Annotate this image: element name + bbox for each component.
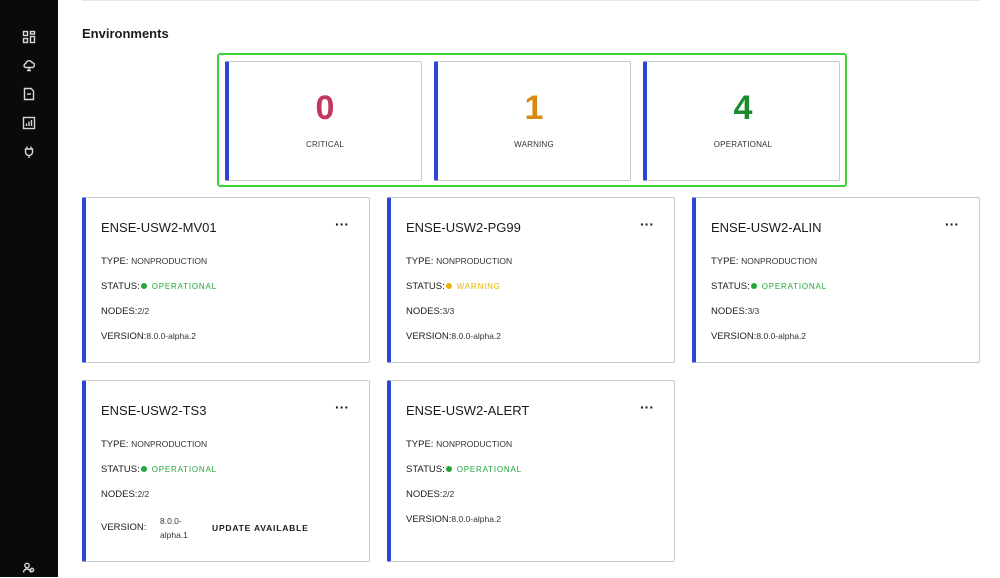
warning-summary-card[interactable]: 1 WARNING	[434, 61, 631, 181]
status-indicator-icon	[140, 465, 147, 472]
status-field: STATUS: OPERATIONAL	[101, 464, 217, 475]
critical-count: 0	[315, 89, 335, 127]
more-options-icon[interactable]: ···	[335, 399, 349, 415]
type-field: TYPE: NONPRODUCTION	[101, 256, 208, 267]
environment-name: ENSE-USW2-TS3	[101, 403, 207, 418]
nodes-field: NODES:2/2	[101, 306, 150, 317]
environment-card[interactable]: ENSE-USW2-ALERT ··· TYPE: NONPRODUCTION …	[387, 380, 675, 562]
warning-count: 1	[524, 89, 544, 127]
status-summary: 0 CRITICAL 1 WARNING 4 OPERATIONAL	[217, 53, 847, 187]
environment-card[interactable]: ENSE-USW2-PG99 ··· TYPE: NONPRODUCTION S…	[387, 197, 675, 363]
operational-count: 4	[733, 89, 753, 127]
environment-card[interactable]: ENSE-USW2-TS3 ··· TYPE: NONPRODUCTION ST…	[82, 380, 370, 562]
header-divider	[82, 0, 980, 1]
update-available-button[interactable]: UPDATE AVAILABLE	[212, 523, 309, 533]
status-field: STATUS: WARNING	[406, 281, 501, 292]
sidebar	[0, 0, 58, 577]
status-value: WARNING	[456, 281, 501, 291]
operational-summary-card[interactable]: 4 OPERATIONAL	[643, 61, 840, 181]
critical-summary-card[interactable]: 0 CRITICAL	[225, 61, 422, 181]
type-field: TYPE: NONPRODUCTION	[406, 439, 513, 450]
nodes-field: NODES:3/3	[406, 306, 455, 317]
status-value: OPERATIONAL	[456, 464, 522, 474]
users-icon[interactable]	[19, 558, 39, 578]
warning-label: WARNING	[514, 140, 554, 149]
status-field: STATUS: OPERATIONAL	[101, 281, 217, 292]
nodes-field: NODES:2/2	[101, 489, 150, 500]
version-field: VERSION:8.0.0-alpha.2	[711, 331, 807, 342]
version-field: VERSION:8.0.0-alpha.2	[406, 514, 502, 525]
environment-card[interactable]: ENSE-USW2-ALIN ··· TYPE: NONPRODUCTION S…	[692, 197, 980, 363]
more-options-icon[interactable]: ···	[335, 216, 349, 232]
environment-name: ENSE-USW2-PG99	[406, 220, 521, 235]
dashboard-icon[interactable]	[19, 27, 39, 47]
cloud-icon[interactable]	[19, 55, 39, 75]
type-field: TYPE: NONPRODUCTION	[101, 439, 208, 450]
version-field: VERSION:8.0.0-alpha.2	[406, 331, 502, 342]
document-icon[interactable]	[19, 84, 39, 104]
version-field: VERSION:8.0.0-alpha.2	[101, 331, 197, 342]
environment-name: ENSE-USW2-ALIN	[711, 220, 822, 235]
version-field: VERSION:	[101, 522, 147, 533]
nodes-field: NODES:2/2	[406, 489, 455, 500]
environment-card[interactable]: ENSE-USW2-MV01 ··· TYPE: NONPRODUCTION S…	[82, 197, 370, 363]
status-field: STATUS: OPERATIONAL	[406, 464, 522, 475]
status-value: OPERATIONAL	[151, 464, 217, 474]
more-options-icon[interactable]: ···	[640, 216, 654, 232]
page-title: Environments	[82, 26, 169, 41]
type-field: TYPE: NONPRODUCTION	[711, 256, 818, 267]
status-field: STATUS: OPERATIONAL	[711, 281, 827, 292]
status-value: OPERATIONAL	[761, 281, 827, 291]
operational-label: OPERATIONAL	[713, 140, 773, 149]
more-options-icon[interactable]: ···	[945, 216, 959, 232]
version-value: 8.0.0- alpha.1	[160, 516, 188, 540]
plug-icon[interactable]	[19, 142, 39, 162]
chart-icon[interactable]	[19, 113, 39, 133]
type-field: TYPE: NONPRODUCTION	[406, 256, 513, 267]
status-indicator-icon	[445, 465, 452, 472]
environment-name: ENSE-USW2-MV01	[101, 220, 217, 235]
status-indicator-icon	[445, 282, 452, 289]
status-indicator-icon	[750, 282, 757, 289]
more-options-icon[interactable]: ···	[640, 399, 654, 415]
critical-label: CRITICAL	[305, 140, 345, 149]
nodes-field: NODES:3/3	[711, 306, 760, 317]
environment-name: ENSE-USW2-ALERT	[406, 403, 530, 418]
status-indicator-icon	[140, 282, 147, 289]
status-value: OPERATIONAL	[151, 281, 217, 291]
